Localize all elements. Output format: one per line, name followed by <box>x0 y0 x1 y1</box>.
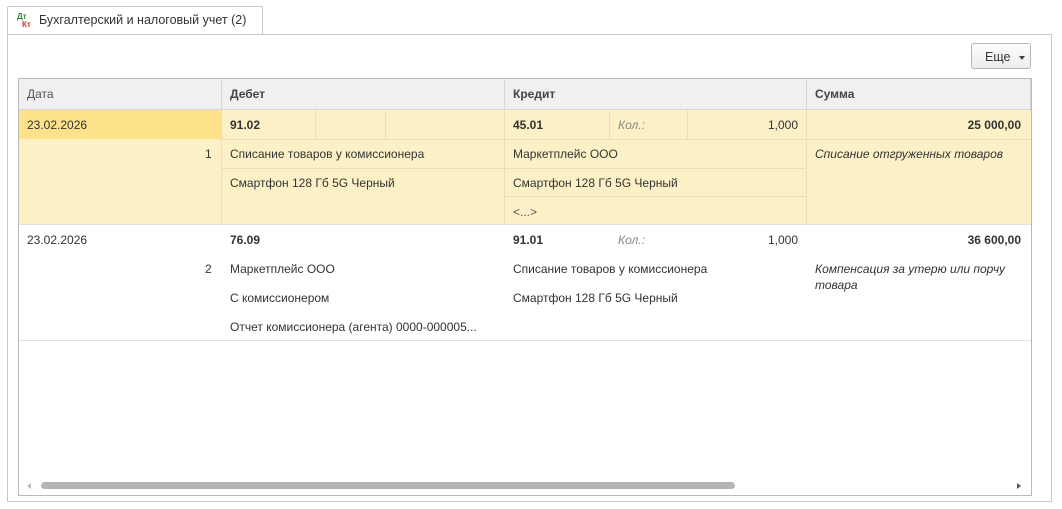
debit-subconto-1: Списание товаров у комиссионера <box>230 147 425 161</box>
column-header-amount[interactable]: Сумма <box>807 79 1031 109</box>
credit-subconto-1: Списание товаров у комиссионера <box>513 262 708 276</box>
table-row[interactable]: 23.02.2026 1 91.02 Списание товаров у ко… <box>19 110 1031 225</box>
dt-kt-icon: Дт Кт <box>17 12 31 29</box>
chevron-down-icon <box>1019 56 1025 60</box>
row-number: 1 <box>205 147 212 161</box>
table-header: Дата Дебет Кредит Сумма <box>19 79 1031 110</box>
credit-account: 45.01 <box>513 118 544 132</box>
row-number: 2 <box>205 262 212 276</box>
scroll-left-icon[interactable] <box>27 483 31 489</box>
credit-subconto-2: Смартфон 128 Гб 5G Черный <box>513 291 678 305</box>
table-row[interactable]: 23.02.2026 2 76.09 Маркетплейс ООО С ком… <box>19 225 1031 341</box>
quantity-value: 1,000 <box>767 233 798 247</box>
debit-subconto-1: Маркетплейс ООО <box>230 262 335 276</box>
row-date: 23.02.2026 <box>27 233 88 247</box>
credit-subconto-1: Маркетплейс ООО <box>513 147 618 161</box>
column-header-credit[interactable]: Кредит <box>505 79 807 109</box>
entry-content-line-1: Компенсация за утерю или порчу <box>815 262 1006 276</box>
entry-content-line-2: товара <box>815 278 858 292</box>
quantity-label: Кол.: <box>618 118 645 132</box>
more-button-label: Еще <box>985 50 1011 64</box>
row-date: 23.02.2026 <box>27 118 88 132</box>
column-header-debit[interactable]: Дебет <box>222 79 505 109</box>
tab-accounting[interactable]: Дт Кт Бухгалтерский и налоговый учет (2) <box>7 6 263 34</box>
horizontal-scrollbar[interactable] <box>19 477 1031 495</box>
credit-account: 91.01 <box>513 233 544 247</box>
amount-value: 36 600,00 <box>967 233 1021 247</box>
debit-subconto-2: С комиссионером <box>230 291 330 305</box>
credit-subconto-3: <...> <box>513 205 538 219</box>
entries-table[interactable]: Дата Дебет Кредит Сумма 23.02.2026 1 91.… <box>18 78 1032 496</box>
scrollbar-thumb[interactable] <box>41 482 735 489</box>
entry-content: Списание отгруженных товаров <box>815 147 1004 161</box>
debit-subconto-2: Смартфон 128 Гб 5G Черный <box>230 176 395 190</box>
amount-value: 25 000,00 <box>967 118 1021 132</box>
more-button[interactable]: Еще <box>971 43 1031 69</box>
column-header-date[interactable]: Дата <box>19 79 222 109</box>
debit-account: 91.02 <box>230 118 261 132</box>
debit-account: 76.09 <box>230 233 261 247</box>
quantity-value: 1,000 <box>767 118 798 132</box>
credit-subconto-2: Смартфон 128 Гб 5G Черный <box>513 176 678 190</box>
scroll-right-icon[interactable] <box>1017 483 1021 489</box>
debit-subconto-3: Отчет комиссионера (агента) 0000-000005.… <box>230 320 477 334</box>
tab-label: Бухгалтерский и налоговый учет (2) <box>39 13 247 27</box>
quantity-label: Кол.: <box>618 233 645 247</box>
